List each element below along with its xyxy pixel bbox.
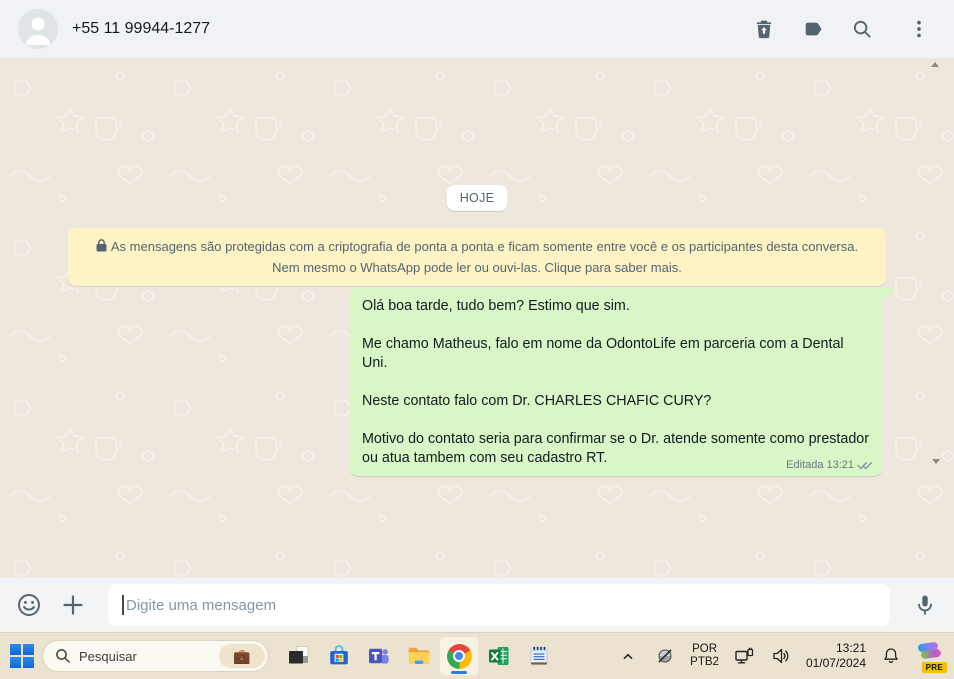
copilot-pre-badge: PRE bbox=[922, 662, 947, 673]
bubble-tail bbox=[881, 288, 893, 302]
taskbar-apps bbox=[279, 636, 559, 676]
clock-time: 13:21 bbox=[806, 641, 866, 656]
windows-logo-icon bbox=[10, 644, 34, 668]
lock-icon bbox=[96, 239, 107, 252]
taskbar-app-task-view[interactable] bbox=[279, 636, 319, 676]
clock-date: 01/07/2024 bbox=[806, 656, 866, 671]
bell-icon bbox=[881, 646, 901, 666]
taskbar-app-microsoft-store[interactable] bbox=[319, 636, 359, 676]
kebab-menu-icon bbox=[908, 18, 930, 40]
attach-button[interactable] bbox=[58, 590, 88, 620]
mic-icon bbox=[913, 593, 937, 617]
language-line1: POR bbox=[690, 643, 719, 656]
taskbar-app-chrome[interactable] bbox=[439, 636, 479, 676]
speaker-icon bbox=[771, 646, 791, 666]
contact-name[interactable]: +55 11 99944-1277 bbox=[72, 20, 737, 38]
message-composer bbox=[0, 578, 954, 632]
scroll-down-marker[interactable] bbox=[932, 459, 940, 464]
scroll-up-marker[interactable] bbox=[931, 62, 939, 67]
language-line2: PTB2 bbox=[690, 656, 719, 669]
encryption-notice-text: As mensagens são protegidas com a cripto… bbox=[111, 239, 858, 275]
emoji-button[interactable] bbox=[14, 590, 44, 620]
tray-connect-button[interactable] bbox=[732, 644, 756, 668]
header-actions bbox=[751, 16, 932, 42]
eye-slash-icon bbox=[655, 646, 675, 666]
start-button[interactable] bbox=[4, 637, 40, 675]
taskbar-search[interactable]: Pesquisar 💼 bbox=[42, 640, 269, 672]
search-icon bbox=[851, 18, 873, 40]
mic-button[interactable] bbox=[910, 590, 940, 620]
taskbar-search-label: Pesquisar bbox=[79, 649, 211, 664]
message-paragraph: Neste contato falo com Dr. CHARLES CHAFI… bbox=[362, 392, 870, 411]
message-paragraph: Olá boa tarde, tudo bem? Estimo que sim. bbox=[362, 297, 870, 316]
system-tray: POR PTB2 bbox=[616, 639, 946, 673]
plus-icon bbox=[61, 593, 85, 617]
whatsapp-window: +55 11 99944-1277 bbox=[0, 0, 954, 679]
label-icon bbox=[802, 18, 824, 40]
briefcase-icon: 💼 bbox=[233, 648, 250, 665]
person-silhouette-icon bbox=[18, 9, 58, 49]
chat-area: HOJE As mensagens são protegidas com a c… bbox=[0, 58, 954, 578]
windows-taskbar: Pesquisar 💼 bbox=[0, 632, 954, 679]
connect-display-icon bbox=[734, 646, 754, 666]
taskbar-app-file-explorer[interactable] bbox=[399, 636, 439, 676]
language-indicator[interactable]: POR PTB2 bbox=[690, 643, 719, 669]
label-chat-button[interactable] bbox=[800, 16, 826, 42]
clock[interactable]: 13:21 01/07/2024 bbox=[806, 641, 866, 671]
double-tick-icon bbox=[857, 460, 873, 471]
emoji-icon bbox=[16, 592, 42, 618]
copilot-button[interactable]: PRE bbox=[916, 639, 944, 673]
tray-chevron-button[interactable] bbox=[616, 644, 640, 668]
message-input-container bbox=[108, 584, 890, 626]
chat-header: +55 11 99944-1277 bbox=[0, 0, 954, 58]
e2e-encryption-banner[interactable]: As mensagens são protegidas com a cripto… bbox=[68, 228, 886, 286]
task-view-icon bbox=[287, 644, 311, 668]
microsoft-store-icon bbox=[327, 644, 351, 668]
taskbar-app-notepad[interactable] bbox=[519, 636, 559, 676]
notepad-icon bbox=[527, 644, 551, 668]
trash-icon bbox=[753, 18, 775, 40]
text-caret bbox=[122, 595, 124, 615]
message-input[interactable] bbox=[108, 584, 890, 626]
contact-avatar[interactable] bbox=[18, 9, 58, 49]
chat-date-pill: HOJE bbox=[447, 185, 508, 211]
notification-bell-button[interactable] bbox=[879, 644, 903, 668]
chrome-active-indicator bbox=[451, 671, 467, 674]
chat-menu-button[interactable] bbox=[906, 16, 932, 42]
taskbar-app-excel[interactable] bbox=[479, 636, 519, 676]
search-highlight-capsule: 💼 bbox=[219, 644, 265, 668]
delete-chat-button[interactable] bbox=[751, 16, 777, 42]
message-paragraph: Me chamo Matheus, falo em nome da Odonto… bbox=[362, 335, 870, 373]
taskbar-search-icon bbox=[55, 648, 71, 664]
file-explorer-icon bbox=[406, 643, 432, 669]
message-meta: Editada 13:21 bbox=[786, 459, 873, 471]
chrome-icon bbox=[447, 644, 472, 669]
edited-label: Editada bbox=[786, 459, 823, 471]
chevron-up-icon bbox=[619, 647, 637, 665]
message-bubble[interactable]: Olá boa tarde, tudo bem? Estimo que sim.… bbox=[350, 288, 882, 476]
tray-privacy-button[interactable] bbox=[653, 644, 677, 668]
tray-volume-button[interactable] bbox=[769, 644, 793, 668]
search-message-button[interactable] bbox=[849, 16, 875, 42]
taskbar-app-teams[interactable] bbox=[359, 636, 399, 676]
message-time: 13:21 bbox=[826, 459, 854, 471]
excel-icon bbox=[487, 644, 511, 668]
teams-icon bbox=[367, 644, 391, 668]
